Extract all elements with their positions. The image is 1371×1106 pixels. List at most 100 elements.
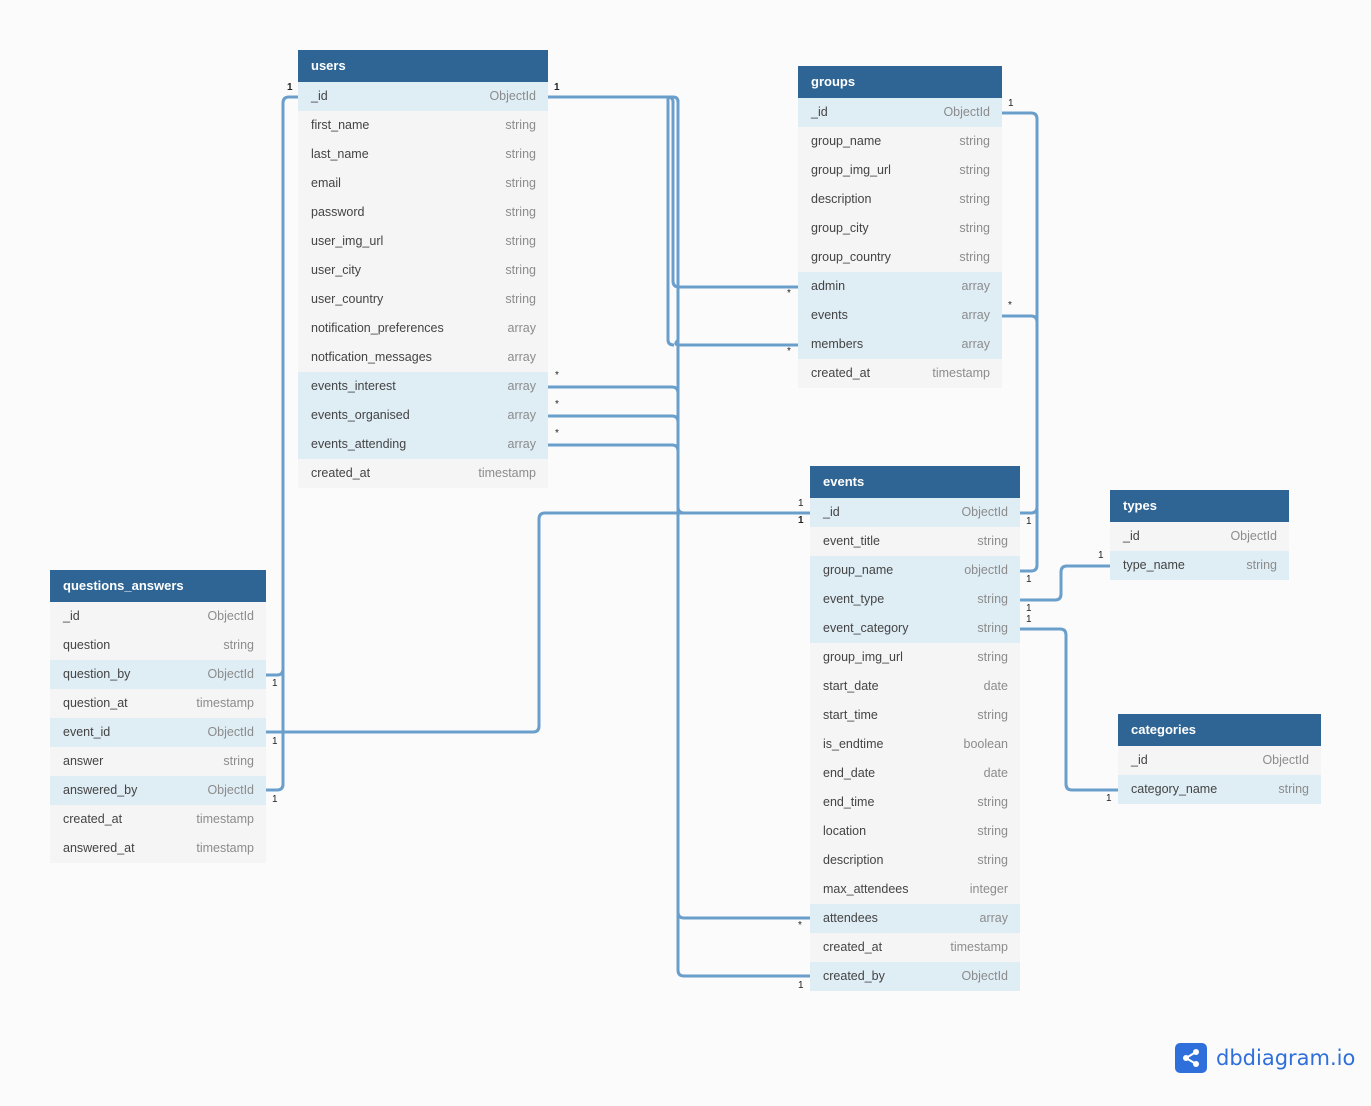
table-field-row[interactable]: type_name string: [1110, 551, 1289, 580]
table-field-row[interactable]: end_date date: [810, 759, 1020, 788]
table-field-row[interactable]: password string: [298, 198, 548, 227]
table-field-row[interactable]: end_time string: [810, 788, 1020, 817]
table-field-row[interactable]: last_name string: [298, 140, 548, 169]
table-header-questions-answers[interactable]: questions_answers: [50, 570, 266, 602]
table-field-row[interactable]: group_country string: [798, 243, 1002, 272]
table-groups[interactable]: groups _id ObjectId group_name string group_…: [798, 66, 1002, 388]
field-name: question: [63, 638, 111, 652]
table-questions-answers[interactable]: questions_answers _id ObjectId question str…: [50, 570, 266, 863]
field-type: timestamp: [196, 841, 254, 855]
table-field-row[interactable]: events_interest array: [298, 372, 548, 401]
table-field-row[interactable]: group_img_url string: [810, 643, 1020, 672]
table-field-row[interactable]: group_city string: [798, 214, 1002, 243]
field-name: notfication_messages: [311, 350, 432, 364]
table-field-row[interactable]: created_at timestamp: [798, 359, 1002, 388]
link-users-events-organised[interactable]: [548, 414, 680, 423]
table-field-row[interactable]: group_img_url string: [798, 156, 1002, 185]
cardinality-label: 1: [1026, 574, 1032, 585]
table-field-row[interactable]: category_name string: [1118, 775, 1321, 804]
brand-logo[interactable]: dbdiagram.io: [1175, 1043, 1355, 1073]
table-field-row[interactable]: description string: [810, 846, 1020, 875]
link-events-category-categories[interactable]: [1020, 627, 1118, 792]
table-field-row[interactable]: created_at timestamp: [298, 459, 548, 488]
table-header-types[interactable]: types: [1110, 490, 1289, 522]
field-name: password: [311, 205, 365, 219]
table-field-row[interactable]: attendees array: [810, 904, 1020, 933]
table-field-row[interactable]: question_by ObjectId: [50, 660, 266, 689]
table-field-row[interactable]: question_at timestamp: [50, 689, 266, 718]
table-field-row[interactable]: _id ObjectId: [1118, 746, 1321, 775]
table-events[interactable]: events _id ObjectId event_title string group…: [810, 466, 1020, 991]
table-field-row[interactable]: _id ObjectId: [50, 602, 266, 631]
field-name: created_at: [311, 466, 371, 480]
table-field-row[interactable]: created_by ObjectId: [810, 962, 1020, 991]
table-header-events[interactable]: events: [810, 466, 1020, 498]
field-name: event_category: [823, 621, 909, 635]
cardinality-label: 1: [272, 736, 278, 747]
table-field-row[interactable]: event_title string: [810, 527, 1020, 556]
table-header-users[interactable]: users: [298, 50, 548, 82]
table-field-row[interactable]: answered_at timestamp: [50, 834, 266, 863]
field-type: string: [959, 163, 990, 177]
field-name: start_date: [823, 679, 879, 693]
table-header-categories[interactable]: categories: [1118, 714, 1321, 746]
table-field-row[interactable]: created_at timestamp: [50, 805, 266, 834]
link-qa-event-id-events-id[interactable]: [266, 511, 810, 734]
table-field-row[interactable]: _id ObjectId: [798, 98, 1002, 127]
table-field-row[interactable]: start_date date: [810, 672, 1020, 701]
table-field-row[interactable]: notfication_messages array: [298, 343, 548, 372]
link-users-id-qa-answered-by[interactable]: [266, 600, 285, 792]
table-field-row[interactable]: created_at timestamp: [810, 933, 1020, 962]
table-field-row[interactable]: max_attendees integer: [810, 875, 1020, 904]
table-field-row[interactable]: start_time string: [810, 701, 1020, 730]
field-name: event_title: [823, 534, 880, 548]
table-field-row[interactable]: location string: [810, 817, 1020, 846]
brand-name: dbdiagram.io: [1216, 1046, 1356, 1070]
table-field-row[interactable]: answer string: [50, 747, 266, 776]
field-type: array: [507, 350, 536, 364]
cardinality-label: 1: [1026, 603, 1032, 614]
field-type: string: [505, 292, 536, 306]
table-categories[interactable]: categories _id ObjectId category_name strin…: [1118, 714, 1321, 804]
field-name: question_by: [63, 667, 131, 681]
link-users-events-attending[interactable]: [548, 443, 680, 452]
table-field-row[interactable]: _id ObjectId: [1110, 522, 1289, 551]
field-type: date: [983, 766, 1008, 780]
table-field-row[interactable]: group_name string: [798, 127, 1002, 156]
link-users-id-qa-question-by[interactable]: [266, 95, 298, 677]
table-field-row[interactable]: answered_by ObjectId: [50, 776, 266, 805]
link-users-id-groups-admin[interactable]: [548, 95, 798, 289]
field-name: _id: [811, 105, 828, 119]
table-field-row[interactable]: event_id ObjectId: [50, 718, 266, 747]
table-types[interactable]: types _id ObjectId type_name string: [1110, 490, 1289, 580]
table-field-row[interactable]: user_img_url string: [298, 227, 548, 256]
table-field-row[interactable]: events_attending array: [298, 430, 548, 459]
table-field-row[interactable]: event_type string: [810, 585, 1020, 614]
link-users-id-events-attendees[interactable]: [676, 100, 810, 920]
table-field-row[interactable]: _id ObjectId: [810, 498, 1020, 527]
table-field-row[interactable]: admin array: [798, 272, 1002, 301]
table-field-row[interactable]: email string: [298, 169, 548, 198]
table-field-row[interactable]: event_category string: [810, 614, 1020, 643]
table-field-row[interactable]: events array: [798, 301, 1002, 330]
field-name: group_city: [811, 221, 869, 235]
table-header-groups[interactable]: groups: [798, 66, 1002, 98]
table-field-row[interactable]: user_country string: [298, 285, 548, 314]
table-field-row[interactable]: group_name objectId: [810, 556, 1020, 585]
field-type: boolean: [963, 737, 1009, 751]
table-field-row[interactable]: user_city string: [298, 256, 548, 285]
table-users[interactable]: users _id ObjectId first_name string last_na…: [298, 50, 548, 488]
table-field-row[interactable]: is_endtime boolean: [810, 730, 1020, 759]
table-field-row[interactable]: notification_preferences array: [298, 314, 548, 343]
field-name: end_time: [823, 795, 875, 809]
field-type: timestamp: [196, 812, 254, 826]
field-name: start_time: [823, 708, 878, 722]
table-field-row[interactable]: description string: [798, 185, 1002, 214]
table-field-row[interactable]: first_name string: [298, 111, 548, 140]
table-field-row[interactable]: events_organised array: [298, 401, 548, 430]
link-users-id-events-created-by[interactable]: [676, 300, 810, 978]
table-field-row[interactable]: question string: [50, 631, 266, 660]
table-field-row[interactable]: _id ObjectId: [298, 82, 548, 111]
field-type: array: [507, 408, 536, 422]
table-field-row[interactable]: members array: [798, 330, 1002, 359]
